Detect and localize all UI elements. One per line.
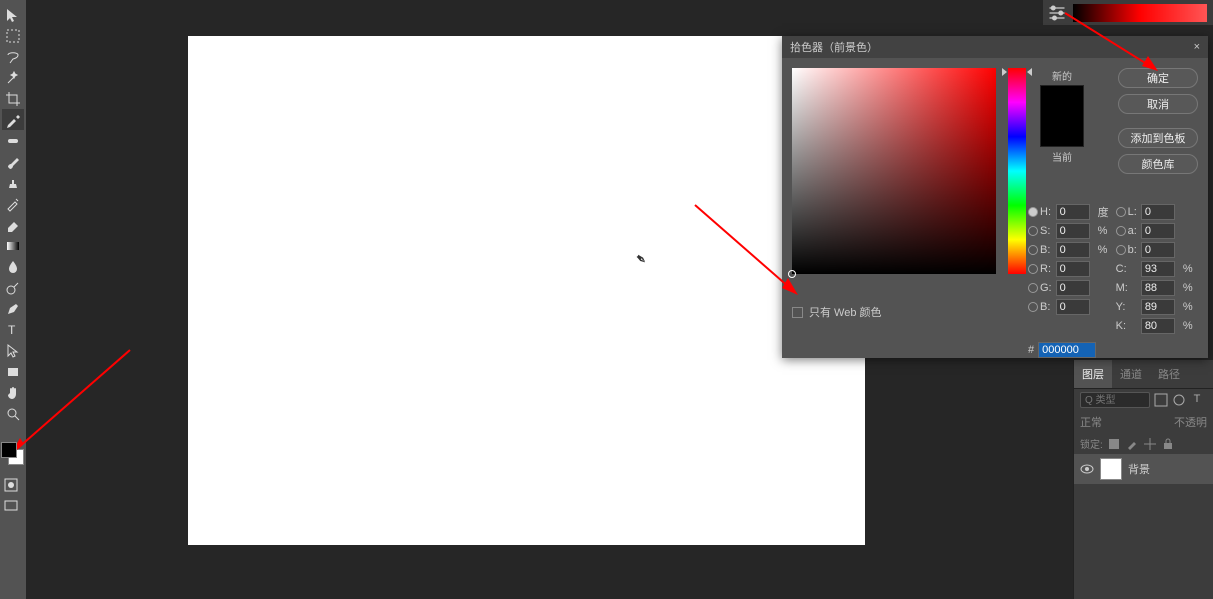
tool-rect-marquee[interactable] <box>2 25 24 46</box>
radio-b[interactable] <box>1116 245 1126 255</box>
color-fields: H: 度 L: S: % a: B: % b: R: C: % G: M: % … <box>1028 204 1197 334</box>
blend-mode-select[interactable]: 正常 <box>1080 414 1102 430</box>
color-lib-button[interactable]: 颜色库 <box>1118 154 1198 174</box>
lock-brush-icon[interactable] <box>1125 437 1139 451</box>
tool-lasso[interactable] <box>2 46 24 67</box>
dialog-title: 拾色器（前景色） <box>790 39 878 55</box>
adjust-icon[interactable] <box>1047 3 1067 23</box>
input-l[interactable] <box>1141 204 1175 220</box>
input-g[interactable] <box>1056 280 1090 296</box>
layers-panel: 图层 通道 路径 T 正常 不透明 锁定: 背景 <box>1073 360 1213 599</box>
radio-a[interactable] <box>1116 226 1126 236</box>
filter-type-icon[interactable]: T <box>1190 393 1204 407</box>
panel-tabs: 图层 通道 路径 <box>1074 360 1213 389</box>
radio-r[interactable] <box>1028 264 1038 274</box>
lock-pixels-icon[interactable] <box>1107 437 1121 451</box>
color-spectrum[interactable] <box>792 68 996 274</box>
web-colors-label: 只有 Web 颜色 <box>809 304 882 320</box>
current-label: 当前 <box>1038 149 1086 164</box>
layer-filter-input[interactable] <box>1080 392 1150 408</box>
hex-label: # <box>1028 344 1034 356</box>
radio-l[interactable] <box>1116 207 1126 217</box>
foreground-swatch[interactable] <box>1 442 17 458</box>
input-r[interactable] <box>1056 261 1090 277</box>
tool-blur[interactable] <box>2 256 24 277</box>
new-label: 新的 <box>1038 68 1086 83</box>
tool-history-brush[interactable] <box>2 193 24 214</box>
tool-brush[interactable] <box>2 151 24 172</box>
canvas[interactable] <box>188 36 865 545</box>
input-bv[interactable] <box>1056 242 1090 258</box>
visibility-eye-icon[interactable] <box>1080 462 1094 476</box>
input-y[interactable] <box>1141 299 1175 315</box>
input-s[interactable] <box>1056 223 1090 239</box>
lock-position-icon[interactable] <box>1143 437 1157 451</box>
tool-magic-wand[interactable] <box>2 67 24 88</box>
cancel-button[interactable]: 取消 <box>1118 94 1198 114</box>
tab-paths[interactable]: 路径 <box>1150 360 1188 388</box>
tool-spot-heal[interactable] <box>2 130 24 151</box>
annotation-arrow-1 <box>10 340 140 463</box>
input-b[interactable] <box>1141 242 1175 258</box>
lock-all-icon[interactable] <box>1161 437 1175 451</box>
radio-g[interactable] <box>1028 283 1038 293</box>
radio-s[interactable] <box>1028 226 1038 236</box>
toolbox: T <box>0 0 26 599</box>
tool-screenmode[interactable] <box>0 495 22 516</box>
new-color-swatch <box>1041 86 1083 116</box>
ok-button[interactable]: 确定 <box>1118 68 1198 88</box>
tool-move[interactable] <box>2 4 24 25</box>
tab-channels[interactable]: 通道 <box>1112 360 1150 388</box>
layer-name: 背景 <box>1128 461 1150 477</box>
web-colors-checkbox[interactable] <box>792 307 803 318</box>
tool-rectangle[interactable] <box>2 361 24 382</box>
radio-bv[interactable] <box>1028 245 1038 255</box>
svg-text:T: T <box>8 323 16 337</box>
radio-bc[interactable] <box>1028 302 1038 312</box>
filter-image-icon[interactable] <box>1154 393 1168 407</box>
top-color-panel <box>1043 0 1213 25</box>
tool-pen[interactable] <box>2 298 24 319</box>
tool-eyedropper[interactable] <box>2 109 24 130</box>
tool-crop[interactable] <box>2 88 24 109</box>
filter-adjust-icon[interactable] <box>1172 393 1186 407</box>
color-ramp[interactable] <box>1073 4 1207 22</box>
tool-path-select[interactable] <box>2 340 24 361</box>
spectrum-marker[interactable] <box>788 270 796 278</box>
hue-slider[interactable] <box>1008 68 1026 274</box>
tool-quickmask[interactable] <box>0 474 22 495</box>
tool-type[interactable]: T <box>2 319 24 340</box>
dialog-titlebar[interactable]: 拾色器（前景色） × <box>782 36 1208 58</box>
color-swatches[interactable] <box>1 442 23 464</box>
input-c[interactable] <box>1141 261 1175 277</box>
hue-thumb-left-icon <box>1002 68 1007 76</box>
input-bc[interactable] <box>1056 299 1090 315</box>
tool-gradient[interactable] <box>2 235 24 256</box>
tool-hand[interactable] <box>2 382 24 403</box>
tool-dodge[interactable] <box>2 277 24 298</box>
input-m[interactable] <box>1141 280 1175 296</box>
tool-zoom[interactable] <box>2 403 24 424</box>
current-color-swatch[interactable] <box>1041 116 1083 146</box>
opacity-label: 不透明 <box>1174 414 1207 430</box>
close-icon[interactable]: × <box>1194 41 1200 53</box>
add-swatch-button[interactable]: 添加到色板 <box>1118 128 1198 148</box>
color-picker-dialog: 拾色器（前景色） × 新的 当前 确定 取消 添加到色板 颜色库 H: 度 L: <box>782 36 1208 358</box>
input-hex[interactable] <box>1038 342 1096 358</box>
layer-row[interactable]: 背景 <box>1074 454 1213 484</box>
input-h[interactable] <box>1056 204 1090 220</box>
lock-label: 锁定: <box>1080 436 1103 451</box>
hue-thumb-right-icon <box>1027 68 1032 76</box>
input-a[interactable] <box>1141 223 1175 239</box>
input-k[interactable] <box>1141 318 1175 334</box>
tab-layers[interactable]: 图层 <box>1074 360 1112 388</box>
tool-clone[interactable] <box>2 172 24 193</box>
radio-h[interactable] <box>1028 207 1038 217</box>
layer-thumbnail <box>1100 458 1122 480</box>
tool-eraser[interactable] <box>2 214 24 235</box>
